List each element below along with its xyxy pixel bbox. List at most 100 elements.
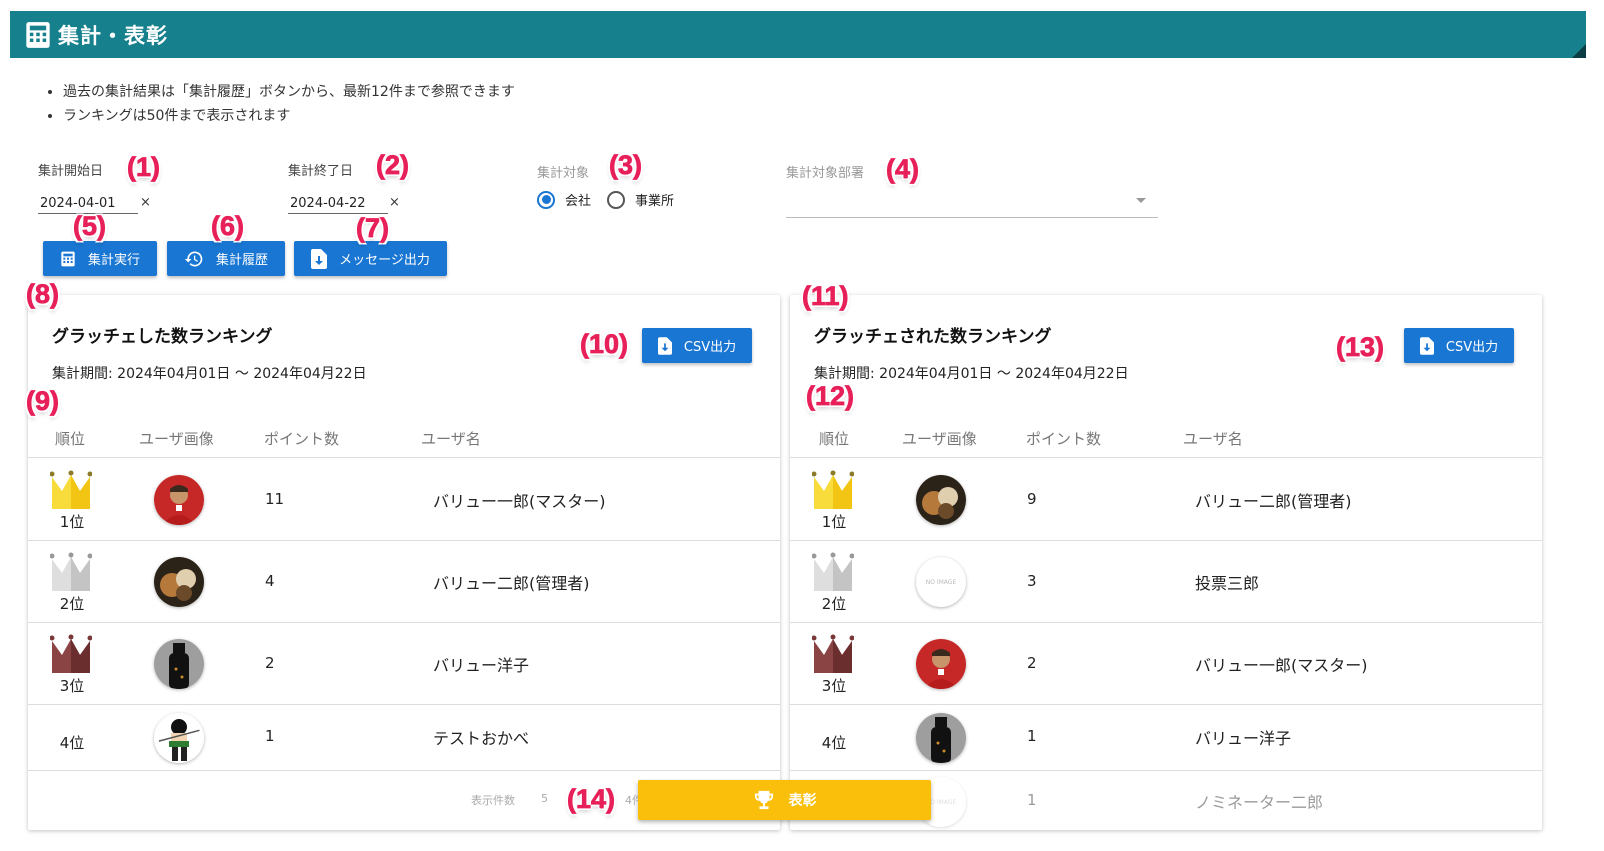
annotation-badge: (9)	[26, 386, 60, 417]
history-button[interactable]: 集計履歴	[167, 241, 285, 276]
annotation-badge: (12)	[806, 381, 855, 412]
annotation-badge: (8)	[26, 279, 60, 310]
button-label: 集計実行	[87, 253, 140, 268]
file-download-icon	[311, 248, 328, 269]
column-header-rank: 順位	[55, 430, 86, 448]
column-header-points: ポイント数	[264, 430, 340, 448]
card-period: 集計期間: 2024年04月01日 〜 2024年04月22日	[52, 366, 367, 382]
user-avatar	[916, 639, 966, 689]
award-button[interactable]: 表彰	[638, 780, 931, 820]
points-value: 2	[1027, 654, 1037, 672]
gold-crown-icon	[50, 470, 92, 509]
annotation-badge: (6)	[211, 211, 245, 242]
gold-crown-icon	[812, 470, 854, 509]
silver-crown-icon	[50, 552, 92, 591]
header-corner-decoration	[1572, 44, 1586, 58]
bronze-crown-icon	[50, 634, 92, 673]
button-label: 集計履歴	[215, 253, 268, 268]
target-radio-office[interactable]: 事業所	[607, 190, 674, 209]
message-output-button[interactable]: メッセージ出力	[294, 241, 447, 276]
csv-output-button[interactable]: CSV出力	[642, 328, 752, 363]
annotation-badge: (10)	[580, 329, 629, 360]
rank-label: 2位	[821, 595, 847, 613]
csv-output-button[interactable]: CSV出力	[1404, 328, 1514, 363]
table-row[interactable]: 4位 1 テストおかべ	[28, 705, 780, 771]
target-radio-company[interactable]: 会社	[537, 190, 591, 209]
history-icon	[184, 251, 203, 266]
department-select[interactable]	[786, 184, 1158, 218]
no-image-avatar: NO IMAGE	[916, 557, 966, 607]
radio-label: 会社	[565, 194, 592, 209]
column-header-username: ユーザ名	[1183, 430, 1243, 448]
ranking-card-given: グラッチェした数ランキング 集計期間: 2024年04月01日 〜 2024年0…	[28, 295, 780, 830]
user-name: バリュー一郎(マスター)	[433, 492, 606, 511]
user-name: バリュー洋子	[433, 656, 530, 675]
target-label: 集計対象	[537, 166, 590, 181]
file-download-icon	[657, 336, 672, 355]
rank-label: 4位	[59, 734, 85, 752]
calculator-icon	[61, 251, 75, 266]
note-item: ランキングは50件まで表示されます	[63, 104, 515, 128]
table-row[interactable]: 3位 2 バリュー一郎(マスター)	[790, 623, 1542, 705]
user-name: ノミネーター二郎	[1195, 793, 1324, 812]
notes-list: 過去の集計結果は「集計履歴」ボタンから、最新12件まで参照できます ランキングは…	[45, 80, 515, 128]
points-value: 9	[1027, 490, 1037, 508]
table-row[interactable]: 1位 9 バリュー二郎(管理者)	[790, 459, 1542, 541]
points-value: 4	[265, 572, 275, 590]
column-header-rank: 順位	[819, 430, 850, 448]
radio-label: 事業所	[635, 194, 675, 209]
user-avatar	[154, 475, 204, 525]
column-header-username: ユーザ名	[421, 430, 481, 448]
annotation-badge: (5)	[73, 211, 107, 242]
table-row[interactable]: 3位 2 バリュー洋子	[28, 623, 780, 705]
annotation-badge: (11)	[802, 281, 849, 312]
annotation-badge: (14)	[567, 784, 616, 815]
user-name: バリュー洋子	[1195, 729, 1292, 748]
radio-checked-icon	[537, 190, 555, 209]
user-avatar	[154, 557, 204, 607]
per-page-select[interactable]: 5	[541, 792, 548, 805]
radio-unchecked-icon	[607, 190, 625, 209]
rank-label: 1位	[821, 513, 847, 531]
button-label: メッセージ出力	[339, 253, 430, 268]
annotation-badge: (1)	[127, 152, 161, 183]
rank-label: 3位	[59, 677, 85, 695]
dropdown-arrow-icon	[1136, 198, 1146, 203]
end-date-clear-icon[interactable]: ×	[389, 195, 400, 210]
table-row[interactable]: 2位 NO IMAGE 3 投票三郎	[790, 541, 1542, 623]
table-row[interactable]: 1位 11 バリュー一郎(マスター)	[28, 459, 780, 541]
aggregation-page: 集計・表彰 過去の集計結果は「集計履歴」ボタンから、最新12件まで参照できます …	[0, 0, 1604, 851]
column-header-image: ユーザ画像	[902, 430, 977, 448]
run-aggregation-button[interactable]: 集計実行	[43, 241, 157, 276]
card-title: グラッチェされた数ランキング	[814, 327, 1052, 347]
column-header-points: ポイント数	[1026, 430, 1102, 448]
ranking-card-received: グラッチェされた数ランキング 集計期間: 2024年04月01日 〜 2024年…	[790, 295, 1542, 830]
user-avatar	[916, 475, 966, 525]
user-name: バリュー一郎(マスター)	[1195, 656, 1368, 675]
points-value: 2	[265, 654, 275, 672]
rank-label: 3位	[821, 677, 847, 695]
points-value: 11	[265, 490, 285, 508]
start-date-label: 集計開始日	[38, 164, 104, 179]
end-date-input[interactable]	[288, 194, 388, 214]
points-value: 3	[1027, 572, 1037, 590]
page-title: 集計・表彰	[58, 23, 168, 48]
user-name: 投票三郎	[1195, 574, 1260, 593]
annotation-badge: (2)	[376, 150, 410, 181]
table-header: 順位 ユーザ画像 ポイント数 ユーザ名	[28, 418, 780, 458]
bronze-crown-icon	[812, 634, 854, 673]
table-row[interactable]: 4位 1 バリュー洋子	[790, 705, 1542, 771]
per-page-label: 表示件数	[471, 794, 515, 807]
end-date-label: 集計終了日	[288, 164, 354, 179]
annotation-badge: (3)	[609, 150, 643, 181]
table-row[interactable]: 2位 4 バリュー二郎(管理者)	[28, 541, 780, 623]
button-label: CSV出力	[683, 340, 737, 355]
note-item: 過去の集計結果は「集計履歴」ボタンから、最新12件まで参照できます	[63, 80, 515, 104]
annotation-badge: (7)	[356, 213, 390, 244]
user-name: バリュー二郎(管理者)	[433, 574, 590, 593]
start-date-clear-icon[interactable]: ×	[140, 195, 151, 210]
points-value: 1	[265, 727, 275, 745]
user-name: テストおかべ	[433, 729, 530, 748]
button-label: CSV出力	[1445, 340, 1499, 355]
silver-crown-icon	[812, 552, 854, 591]
